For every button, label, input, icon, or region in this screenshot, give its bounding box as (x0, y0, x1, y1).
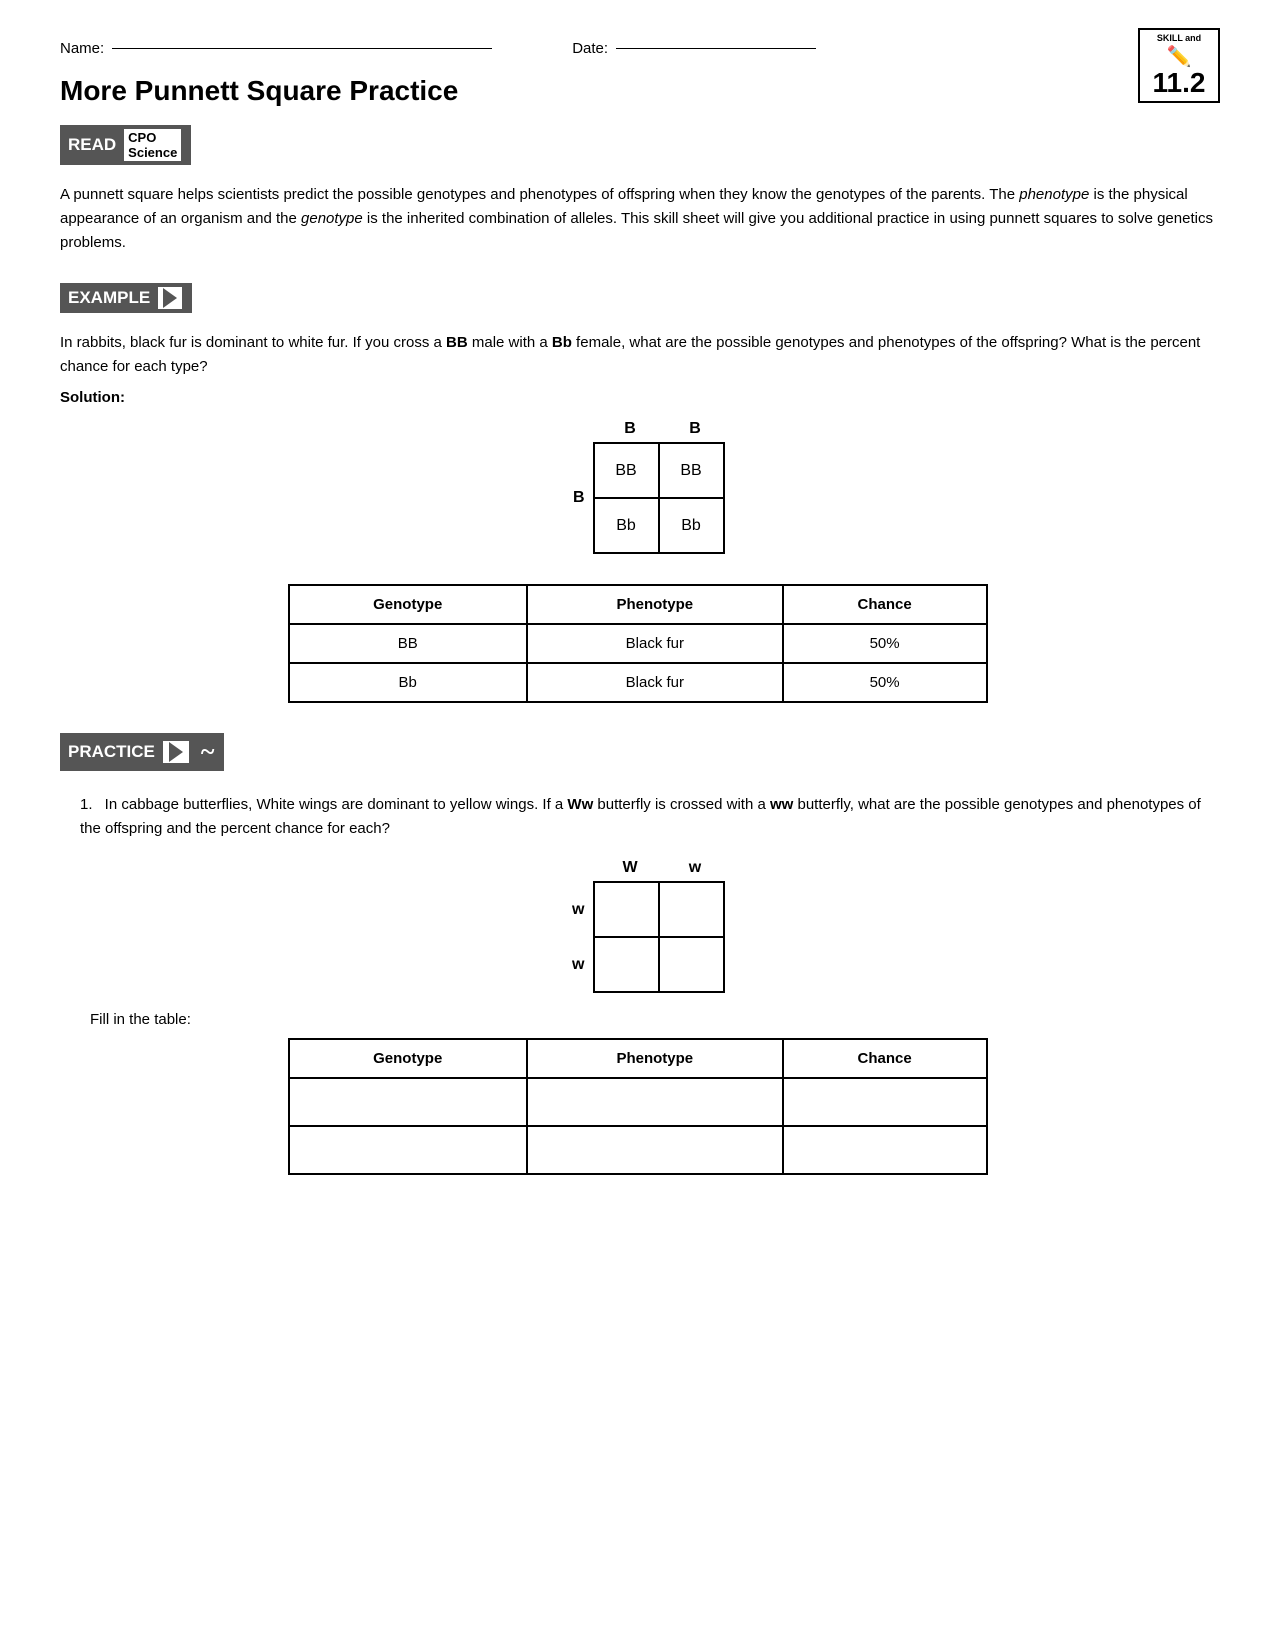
intro-text1: A punnett square helps scientists predic… (60, 186, 1019, 203)
book-icon: CPOScience (124, 129, 181, 161)
example-label: EXAMPLE (68, 288, 150, 308)
punnett-grid: BB BB Bb Bb (593, 442, 725, 554)
practice-top-labels: W w (598, 859, 728, 877)
pencil-icon: ✏️ (1144, 44, 1214, 69)
name-label: Name: (60, 40, 104, 57)
cell-2-2: Bb (660, 499, 725, 554)
read-label: READ (68, 135, 116, 155)
side-labels-col: w w (548, 882, 593, 992)
practice-grid-row-2 (595, 938, 725, 993)
practice-label: PRACTICE (68, 742, 155, 762)
intro-italic1: phenotype (1019, 186, 1089, 203)
squiggle-icon: ~ (201, 737, 215, 767)
practice-punnett-grid (593, 881, 725, 993)
practice-cell-2-1[interactable] (595, 938, 660, 993)
punnett-example: B B B BB BB Bb Bb (60, 420, 1215, 554)
skill-badge: SKILL and ✏️ 11.2 (1138, 28, 1220, 103)
grid-row-2: Bb Bb (595, 499, 725, 554)
punnett-practice: W w w w (60, 859, 1215, 993)
punnett-row-1: B BB BB Bb Bb (548, 442, 728, 554)
solution-label: Solution: (60, 389, 1215, 406)
punnett-wrapper: B B B BB BB Bb Bb (548, 420, 728, 554)
punnett-practice-wrapper: W w w w (548, 859, 728, 993)
practice-grid-row-1 (595, 883, 725, 938)
intro-italic2: genotype (301, 210, 363, 227)
cell-1-1: BB (595, 444, 660, 499)
question-number-1: 1. (80, 793, 93, 817)
date-label: Date: (572, 40, 608, 57)
read-section-label: READ CPOScience (60, 125, 191, 165)
fill-cell-1-2[interactable] (527, 1078, 783, 1126)
intro-paragraph: A punnett square helps scientists predic… (60, 183, 1215, 255)
practice-cell-1-1[interactable] (595, 883, 660, 938)
fill-in-label: Fill in the table: (90, 1011, 1215, 1028)
table-row: Bb Black fur 50% (289, 663, 987, 702)
play-triangle (163, 288, 177, 308)
fill-col-phenotype: Phenotype (527, 1039, 783, 1078)
practice-cell-1-2[interactable] (660, 883, 725, 938)
cell-phenotype-1: Black fur (527, 624, 783, 663)
fill-cell-1-1[interactable] (289, 1078, 527, 1126)
example-question: In rabbits, black fur is dominant to whi… (60, 331, 1215, 379)
fill-row-2[interactable] (289, 1126, 987, 1174)
date-field: Date: (572, 40, 816, 57)
col-chance-header: Chance (783, 585, 987, 624)
play-icon (158, 287, 182, 309)
name-field: Name: (60, 40, 492, 57)
fill-cell-2-2[interactable] (527, 1126, 783, 1174)
side-label-1: B (548, 489, 593, 507)
top-label-1: B (598, 420, 663, 438)
practice-cell-2-2[interactable] (660, 938, 725, 993)
example-section-label: EXAMPLE (60, 283, 192, 313)
header-row: Name: Date: (60, 40, 1215, 57)
practice-triangle (169, 742, 183, 762)
skill-line1: SKILL and (1144, 33, 1214, 44)
cell-genotype-2: Bb (289, 663, 527, 702)
fill-col-genotype: Genotype (289, 1039, 527, 1078)
fill-table-header-row: Genotype Phenotype Chance (289, 1039, 987, 1078)
table-row: BB Black fur 50% (289, 624, 987, 663)
practice-punnett-rows: w w (548, 881, 728, 993)
cell-2-1: Bb (595, 499, 660, 554)
practice-side-label-2: w (548, 937, 593, 992)
fill-cell-2-3[interactable] (783, 1126, 987, 1174)
fill-col-chance: Chance (783, 1039, 987, 1078)
practice-question-1: 1. In cabbage butterflies, White wings a… (60, 793, 1215, 841)
name-underline[interactable] (112, 48, 492, 49)
page-title: More Punnett Square Practice (60, 75, 1215, 107)
skill-number: 11.2 (1144, 69, 1214, 97)
fill-row-1[interactable] (289, 1078, 987, 1126)
practice-section-label: PRACTICE ~ (60, 733, 224, 771)
cell-chance-1: 50% (783, 624, 987, 663)
practice-side-label-1: w (548, 882, 593, 937)
date-underline[interactable] (616, 48, 816, 49)
top-label-2: B (663, 420, 728, 438)
question-1-text: 1. In cabbage butterflies, White wings a… (80, 793, 1215, 841)
table-header-row: Genotype Phenotype Chance (289, 585, 987, 624)
cell-1-2: BB (660, 444, 725, 499)
fill-cell-1-3[interactable] (783, 1078, 987, 1126)
fill-cell-2-1[interactable] (289, 1126, 527, 1174)
cell-phenotype-2: Black fur (527, 663, 783, 702)
cell-chance-2: 50% (783, 663, 987, 702)
punnett-top-labels: B B (598, 420, 728, 438)
fill-table: Genotype Phenotype Chance (288, 1038, 988, 1175)
practice-play-icon (163, 741, 189, 763)
cell-genotype-1: BB (289, 624, 527, 663)
example-result-table: Genotype Phenotype Chance BB Black fur 5… (288, 584, 988, 703)
practice-top-label-1: W (598, 859, 663, 877)
grid-row-1: BB BB (595, 444, 725, 499)
practice-top-label-2: w (663, 859, 728, 877)
name-date-area: Name: Date: (60, 40, 816, 57)
col-genotype-header: Genotype (289, 585, 527, 624)
col-phenotype-header: Phenotype (527, 585, 783, 624)
